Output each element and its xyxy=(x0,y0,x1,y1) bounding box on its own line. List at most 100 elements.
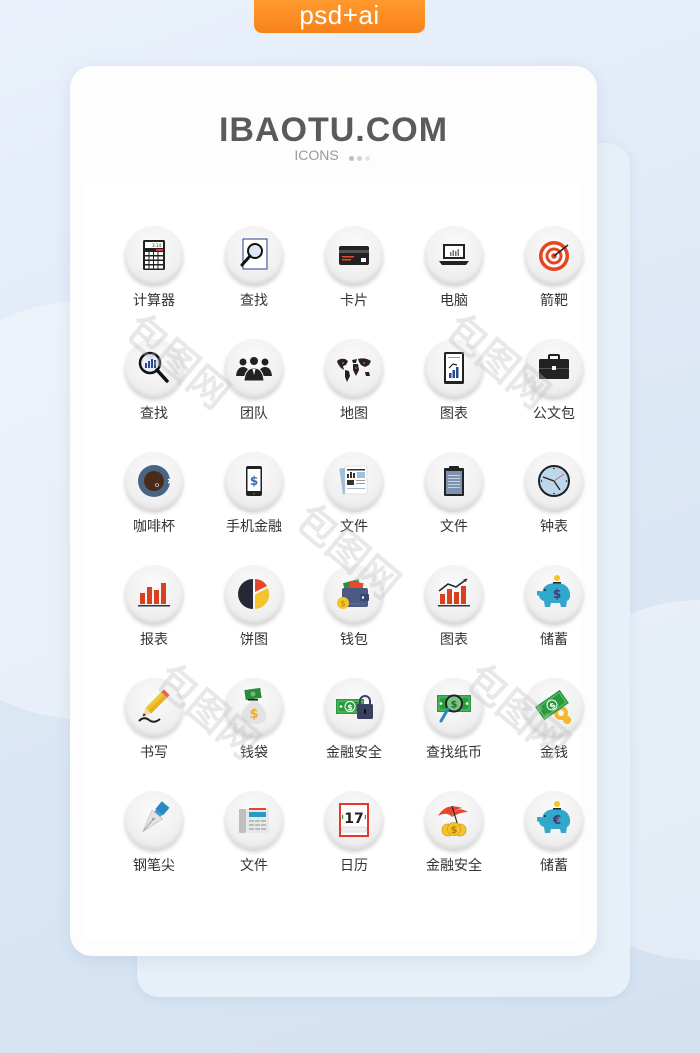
icon-label: 文件 xyxy=(440,518,468,534)
laptop-icon-glyph xyxy=(439,244,469,265)
bar-chart-icon[interactable] xyxy=(125,565,183,623)
icon-label: 文件 xyxy=(340,518,368,534)
icon-label: 储蓄 xyxy=(540,857,568,873)
growth-chart-icon[interactable] xyxy=(425,565,483,623)
icon-tile[interactable]: 报表 xyxy=(104,565,204,665)
icon-tile[interactable]: 电脑 xyxy=(404,226,504,326)
svg-text:$: $ xyxy=(451,825,458,836)
coffee-cup-icon-glyph xyxy=(138,465,171,497)
icon-tile[interactable]: 查找 xyxy=(104,339,204,439)
pencil-icon[interactable] xyxy=(125,678,183,736)
pen-nib-icon-glyph xyxy=(142,801,170,833)
icon-tile[interactable]: 文件 xyxy=(404,452,504,552)
icon-tile[interactable]: $ 储蓄 xyxy=(504,565,604,665)
icon-label: 图表 xyxy=(440,631,468,647)
search-banknote-icon[interactable]: $ xyxy=(425,678,483,736)
icon-tile[interactable]: 团队 xyxy=(204,339,304,439)
calculator-icon-glyph: 3.14 xyxy=(143,240,165,270)
icon-tile[interactable]: 饼图 xyxy=(204,565,304,665)
icon-tile[interactable]: 箭靶 xyxy=(504,226,604,326)
world-map-icon-glyph xyxy=(337,358,371,382)
umbrella-coins-icon-glyph: $ xyxy=(438,805,468,837)
icon-label: 钱包 xyxy=(340,631,368,647)
icon-tile[interactable]: 钟表 xyxy=(504,452,604,552)
svg-text:17: 17 xyxy=(344,811,363,827)
pie-chart-icon-glyph xyxy=(238,579,270,609)
icon-tile[interactable]: 咖啡杯 xyxy=(104,452,204,552)
mobile-finance-icon[interactable]: $ xyxy=(225,452,283,510)
icon-label: 手机金融 xyxy=(226,518,282,534)
icon-tile[interactable]: 3.14 计算器 xyxy=(104,226,204,326)
search-document-icon-glyph xyxy=(240,238,268,270)
bar-chart-icon-glyph xyxy=(138,583,170,607)
piggy-bank-euro-icon[interactable]: € xyxy=(525,791,583,849)
icon-tile[interactable]: $ 钱包 xyxy=(304,565,404,665)
magnifier-chart-icon-glyph xyxy=(138,351,169,383)
umbrella-coins-icon[interactable]: $ xyxy=(425,791,483,849)
money-bag-icon[interactable]: $ xyxy=(225,678,283,736)
calendar-icon-glyph: 17 xyxy=(339,803,369,837)
subtitle: ICONS xyxy=(70,147,597,164)
calculator-icon[interactable]: 3.14 xyxy=(125,226,183,284)
icon-tile[interactable]: $ 金融安全 xyxy=(404,791,504,891)
wallet-icon[interactable]: $ xyxy=(325,565,383,623)
calendar-icon[interactable]: 17 xyxy=(325,791,383,849)
icon-tile[interactable]: $ 手机金融 xyxy=(204,452,304,552)
icon-label: 地图 xyxy=(340,405,368,421)
icon-label: 查找纸币 xyxy=(426,744,482,760)
icon-label: 电脑 xyxy=(440,292,468,308)
pie-chart-icon[interactable] xyxy=(225,565,283,623)
mobile-finance-icon-glyph: $ xyxy=(246,466,262,496)
clipboard-icon[interactable] xyxy=(425,452,483,510)
report-document-icon[interactable] xyxy=(325,452,383,510)
briefcase-icon-glyph xyxy=(539,354,569,379)
clock-icon[interactable] xyxy=(525,452,583,510)
svg-text:€: € xyxy=(552,813,561,827)
icon-grid-panel: 3.14 计算器 查找 卡片 电脑 箭靶 查找 团队 地图 图表 公文包 咖啡杯 $ 手机金融 文件 文件 钟表… xyxy=(86,184,583,940)
piggy-bank-dollar-icon[interactable]: $ xyxy=(525,565,583,623)
pen-nib-icon[interactable] xyxy=(125,791,183,849)
icon-label: 储蓄 xyxy=(540,631,568,647)
money-bag-icon-glyph: $ xyxy=(241,687,267,724)
search-banknote-icon-glyph: $ xyxy=(437,694,471,723)
icon-tile[interactable]: 17 日历 xyxy=(304,791,404,891)
world-map-icon[interactable] xyxy=(325,339,383,397)
icon-label: 钱袋 xyxy=(240,744,268,760)
coffee-cup-icon[interactable] xyxy=(125,452,183,510)
tablet-chart-icon[interactable] xyxy=(425,339,483,397)
fax-document-icon[interactable] xyxy=(225,791,283,849)
icon-tile[interactable]: € 储蓄 xyxy=(504,791,604,891)
icon-label: 咖啡杯 xyxy=(133,518,175,534)
credit-card-icon[interactable] xyxy=(325,226,383,284)
icon-tile[interactable]: $ 钱袋 xyxy=(204,678,304,778)
icon-tile[interactable]: 图表 xyxy=(404,339,504,439)
icon-card: IBAOTU.COM ICONS 3.14 计算器 查找 卡片 电脑 箭靶 查找 团队 地图 图表… xyxy=(70,66,597,956)
fax-document-icon-glyph xyxy=(239,808,269,833)
icon-label: 查找 xyxy=(240,292,268,308)
icon-tile[interactable]: 文件 xyxy=(304,452,404,552)
laptop-icon[interactable] xyxy=(425,226,483,284)
team-icon[interactable] xyxy=(225,339,283,397)
icon-tile[interactable]: $ 查找纸币 xyxy=(404,678,504,778)
money-lock-icon[interactable]: $ xyxy=(325,678,383,736)
icon-tile[interactable]: 文件 xyxy=(204,791,304,891)
search-document-icon[interactable] xyxy=(225,226,283,284)
icon-tile[interactable]: 卡片 xyxy=(304,226,404,326)
icon-tile[interactable]: 查找 xyxy=(204,226,304,326)
tablet-chart-icon-glyph xyxy=(444,352,464,384)
target-icon[interactable] xyxy=(525,226,583,284)
icon-tile[interactable]: 图表 xyxy=(404,565,504,665)
icon-label: 计算器 xyxy=(133,292,175,308)
banknote-gear-icon[interactable]: $ xyxy=(525,678,583,736)
subtitle-dots xyxy=(348,148,373,164)
icon-tile[interactable]: 公文包 xyxy=(504,339,604,439)
icon-tile[interactable]: 钢笔尖 xyxy=(104,791,204,891)
icon-tile[interactable]: 地图 xyxy=(304,339,404,439)
icon-label: 金钱 xyxy=(540,744,568,760)
briefcase-icon[interactable] xyxy=(525,339,583,397)
icon-tile[interactable]: $ 金融安全 xyxy=(304,678,404,778)
magnifier-chart-icon[interactable] xyxy=(125,339,183,397)
icon-tile[interactable]: $ 金钱 xyxy=(504,678,604,778)
svg-text:$: $ xyxy=(451,700,458,711)
icon-tile[interactable]: 书写 xyxy=(104,678,204,778)
